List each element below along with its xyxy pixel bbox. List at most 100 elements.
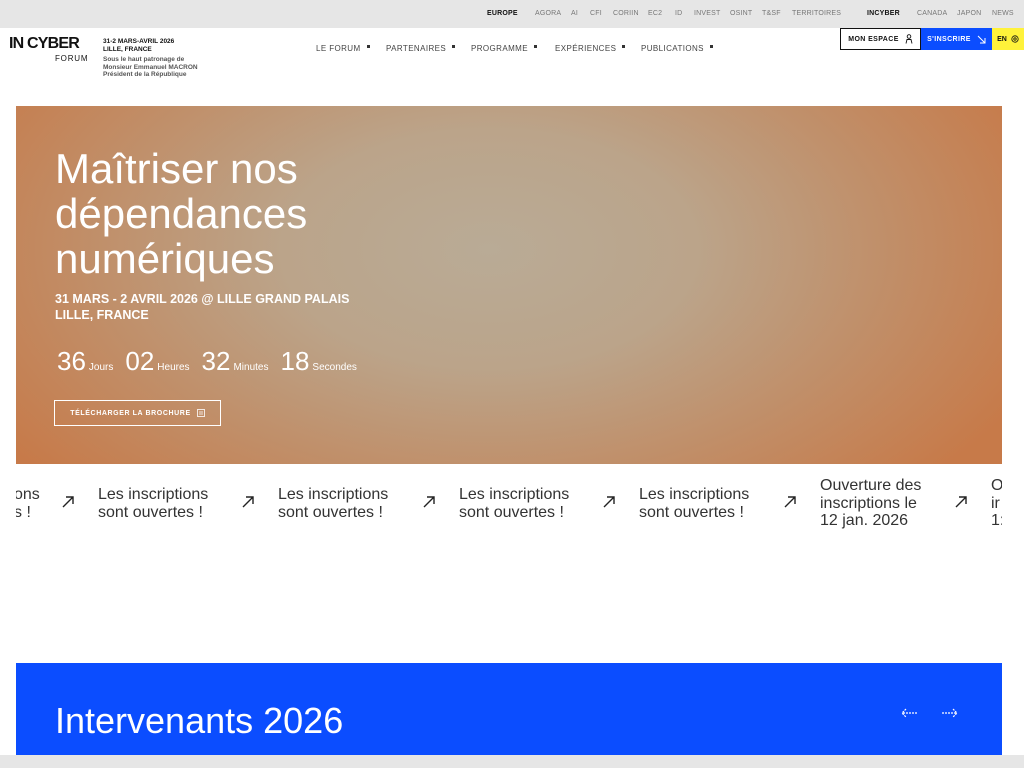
arrow-left-icon[interactable] [899, 706, 919, 720]
countdown-seconds-label: Secondes [312, 362, 357, 373]
countdown-hours: 02 [125, 346, 155, 376]
mon-espace-button[interactable]: MON ESPACE [840, 28, 921, 50]
hero-event-date: 31 MARS - 2 AVRIL 2026 @ LILLE GRAND PAL… [55, 291, 349, 323]
nav-label: PROGRAMME [471, 44, 528, 53]
topbar-link-ai[interactable]: AI [571, 10, 578, 17]
hero-banner: Maîtriser nos dépendances numériques 31 … [16, 106, 1002, 464]
download-brochure-button[interactable]: TÉLÉCHARGER LA BROCHURE [54, 400, 221, 426]
topbar-link-cfi[interactable]: CFI [590, 10, 602, 17]
ticker-line: inscriptions le [820, 494, 917, 512]
language-switch[interactable]: EN [992, 28, 1024, 50]
ticker-item[interactable]: Les inscriptions sont ouvertes ! [278, 486, 388, 521]
hero-title: Maîtriser nos dépendances numériques [55, 146, 307, 281]
nav-label: PARTENAIRES [386, 44, 447, 53]
ticker-item-partial[interactable]: ons s ! [16, 486, 40, 521]
topbar-link-id[interactable]: ID [675, 10, 682, 17]
countdown-minutes: 32 [201, 346, 231, 376]
countdown-timer: 36 Jours 02 Heures 32 Minutes 18 Secondes [57, 346, 369, 377]
ticker-line: Ouverture des [820, 477, 922, 494]
topbar-region-canada[interactable]: CANADA [917, 10, 947, 17]
topbar-link-ec2[interactable]: EC2 [648, 10, 662, 17]
hero-date-line: 31 MARS - 2 AVRIL 2026 @ LILLE GRAND PAL… [55, 292, 350, 306]
dropdown-dot-icon [622, 45, 626, 48]
topbar-link-osint[interactable]: OSINT [730, 10, 752, 17]
event-place: LILLE, FRANCE [103, 45, 152, 53]
hero-title-line: numériques [55, 235, 275, 282]
topbar-link-invest[interactable]: INVEST [694, 10, 720, 17]
ticker-item-registration-opening[interactable]: Ouverture des inscriptions le 12 jan. 20… [820, 477, 921, 530]
patronage-line1: Sous le haut patronage de [103, 56, 185, 63]
ticker-line: Les inscriptions [98, 486, 209, 503]
hero-title-line: dépendances [55, 190, 308, 237]
globe-icon [1011, 35, 1019, 43]
nav-label: EXPÉRIENCES [555, 44, 617, 53]
nav-partenaires[interactable]: PARTENAIRES [386, 44, 456, 53]
dropdown-dot-icon [709, 45, 713, 48]
countdown-hours-label: Heures [157, 362, 190, 373]
hero-date-line: LILLE, FRANCE [55, 308, 149, 322]
ticker-line: Les inscriptions [459, 486, 570, 503]
ticker-item-partial[interactable]: O ir 1: [991, 477, 1002, 530]
ticker-line: ons [16, 486, 40, 503]
ticker-line: Les inscriptions [639, 486, 750, 503]
topbar-region-japon[interactable]: JAPON [957, 10, 981, 17]
ticker-line: sont ouvertes ! [459, 503, 564, 521]
ticker-line: Les inscriptions [278, 486, 389, 503]
ticker-line: ir [991, 494, 1000, 512]
ticker-item[interactable]: Les inscriptions sont ouvertes ! [459, 486, 569, 521]
top-bar: EUROPE AGORA AI CFI CORIIN EC2 ID INVEST… [0, 0, 1024, 28]
countdown-seconds: 18 [280, 346, 310, 376]
topbar-link-agora[interactable]: AGORA [535, 10, 561, 17]
ticker-line: O [991, 477, 1002, 494]
ticker-line: 1: [991, 512, 1002, 529]
ticker-line: sont ouvertes ! [278, 503, 383, 521]
topbar-link-coriin[interactable]: CORIIN [613, 10, 639, 17]
hero-title-line: Maîtriser nos [55, 145, 298, 192]
site-header: IN CYBER FORUM 31-2 MARS-AVRIL 2026 LILL… [0, 28, 1024, 90]
nav-programme[interactable]: PROGRAMME [471, 44, 537, 53]
nav-le-forum[interactable]: LE FORUM [316, 44, 370, 53]
topbar-news[interactable]: NEWS [992, 10, 1014, 17]
logo-text: IN CYBER [9, 35, 80, 52]
ticker-item[interactable]: Les inscriptions sont ouvertes ! [98, 486, 208, 521]
user-icon [905, 34, 913, 44]
arrow-down-right-icon [977, 35, 986, 43]
nav-label: LE FORUM [316, 44, 361, 53]
announcement-ticker: ons s ! Les inscriptions sont ouvertes !… [16, 470, 1002, 540]
logo-subtext: FORUM [55, 54, 89, 63]
sinscrire-button[interactable]: S'INSCRIRE [921, 28, 992, 50]
arrow-right-icon[interactable] [940, 706, 960, 720]
arrow-up-right-icon [423, 496, 435, 508]
arrow-up-right-icon [242, 496, 254, 508]
sinscrire-label: S'INSCRIRE [927, 35, 971, 43]
event-dates: 31-2 MARS-AVRIL 2026 [103, 38, 175, 45]
arrow-up-right-icon [62, 496, 74, 508]
arrow-up-right-icon [784, 496, 796, 508]
dropdown-dot-icon [452, 45, 456, 48]
dropdown-dot-icon [533, 45, 537, 48]
event-info: 31-2 MARS-AVRIL 2026 LILLE, FRANCE Sous … [103, 38, 198, 79]
language-label: EN [997, 35, 1007, 43]
incyber-logo[interactable]: IN CYBER FORUM [9, 35, 88, 64]
countdown-minutes-label: Minutes [233, 362, 269, 373]
topbar-link-tsf[interactable]: T&SF [762, 10, 781, 17]
topbar-link-territoires[interactable]: TERRITOIRES [792, 10, 841, 17]
ticker-item[interactable]: Les inscriptions sont ouvertes ! [639, 486, 749, 521]
arrow-up-right-icon [603, 496, 615, 508]
topbar-incyber[interactable]: INCYBER [867, 10, 900, 17]
patronage-line2: Monsieur Emmanuel MACRON [103, 63, 198, 71]
ticker-line: sont ouvertes ! [639, 503, 744, 521]
brochure-label: TÉLÉCHARGER LA BROCHURE [70, 409, 191, 417]
ticker-line: sont ouvertes ! [98, 503, 203, 521]
nav-label: PUBLICATIONS [641, 44, 704, 53]
ticker-line: 12 jan. 2026 [820, 512, 909, 529]
nav-publications[interactable]: PUBLICATIONS [641, 44, 713, 53]
mon-espace-label: MON ESPACE [848, 35, 899, 43]
patronage-line3: Président de la République [103, 71, 187, 78]
dropdown-dot-icon [366, 45, 370, 48]
ticker-line: s ! [16, 503, 31, 521]
bottom-strip [0, 755, 1024, 768]
nav-experiences[interactable]: EXPÉRIENCES [555, 44, 626, 53]
document-icon [196, 409, 205, 417]
topbar-europe[interactable]: EUROPE [487, 10, 518, 17]
